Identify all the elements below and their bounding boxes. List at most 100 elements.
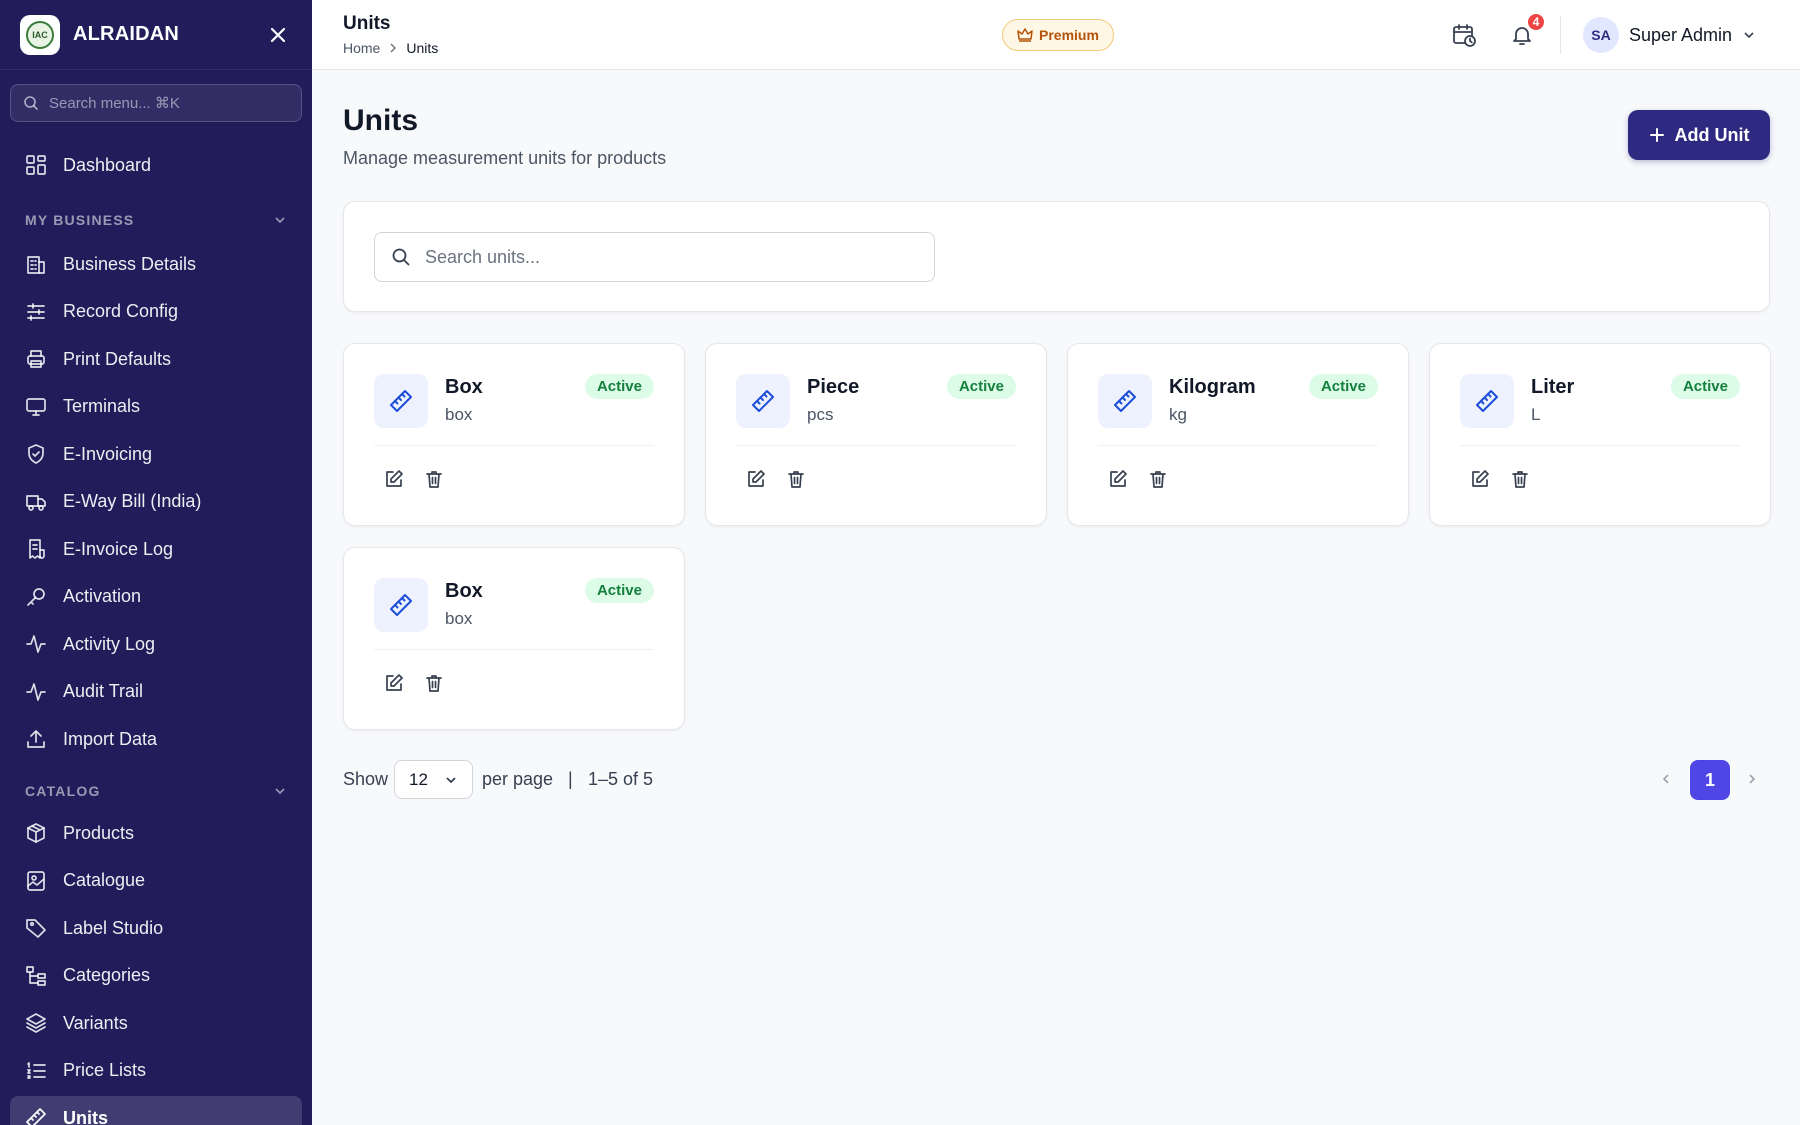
ruler-icon bbox=[736, 374, 790, 428]
edit-icon bbox=[748, 470, 765, 487]
sidebar-item-import-data[interactable]: Import Data bbox=[10, 717, 302, 761]
list-ordered-icon bbox=[25, 1060, 47, 1082]
breadcrumb: Home Units bbox=[343, 40, 438, 56]
sidebar-item-label: Units bbox=[63, 1107, 108, 1125]
sidebar-item-e-way-bill-india[interactable]: E-Way Bill (India) bbox=[10, 480, 302, 524]
sidebar-item-e-invoicing[interactable]: E-Invoicing bbox=[10, 432, 302, 476]
delete-button[interactable] bbox=[782, 465, 810, 493]
sidebar-item-label: Audit Trail bbox=[63, 681, 144, 701]
card-divider bbox=[374, 649, 654, 650]
next-page-button[interactable] bbox=[1739, 766, 1765, 792]
brand-logo: IAC bbox=[20, 14, 60, 55]
add-unit-button[interactable]: Add Unit bbox=[1628, 110, 1770, 160]
sidebar-item-dashboard[interactable]: Dashboard bbox=[10, 143, 302, 187]
sidebar-item-catalogue[interactable]: Catalogue bbox=[10, 859, 302, 903]
search-card bbox=[343, 201, 1770, 312]
sidebar-item-label-studio[interactable]: Label Studio bbox=[10, 906, 302, 950]
sidebar-item-e-invoice-log[interactable]: E-Invoice Log bbox=[10, 527, 302, 571]
card-divider bbox=[1460, 445, 1740, 446]
status-badge: Active bbox=[1670, 374, 1740, 399]
status-badge: Active bbox=[584, 578, 654, 603]
page-1-button[interactable]: 1 bbox=[1690, 760, 1730, 800]
delete-button[interactable] bbox=[420, 465, 448, 493]
sidebar-item-label: Dashboard bbox=[63, 154, 152, 175]
sidebar-item-activation[interactable]: Activation bbox=[10, 575, 302, 619]
sidebar-item-label: Catalogue bbox=[63, 870, 146, 890]
unit-search[interactable] bbox=[374, 232, 935, 282]
edit-button[interactable] bbox=[380, 465, 408, 493]
sidebar: IAC ALRAIDAN Dashboard MY BUSINESS Busin… bbox=[0, 0, 312, 1125]
trash-icon bbox=[1150, 471, 1166, 488]
chevron-down-icon bbox=[275, 788, 285, 795]
sidebar-item-record-config[interactable]: Record Config bbox=[10, 290, 302, 334]
user-menu[interactable]: SA Super Admin bbox=[1583, 17, 1756, 53]
sidebar-item-label: Import Data bbox=[63, 728, 158, 749]
sidebar-item-variants[interactable]: Variants bbox=[10, 1001, 302, 1045]
delete-button[interactable] bbox=[420, 669, 448, 697]
sidebar-item-units[interactable]: Units bbox=[10, 1096, 302, 1125]
sidebar-item-label: E-Invoicing bbox=[63, 443, 153, 464]
sidebar-item-label: Activity Log bbox=[63, 633, 156, 654]
sidebar-item-price-lists[interactable]: Price Lists bbox=[10, 1049, 302, 1093]
unit-card: Liter L Active bbox=[1429, 343, 1771, 526]
close-sidebar-button[interactable] bbox=[264, 21, 292, 49]
sidebar-item-label: E-Way Bill (India) bbox=[63, 491, 202, 511]
edit-button[interactable] bbox=[1466, 465, 1494, 493]
sidebar-item-label: Products bbox=[63, 822, 135, 843]
card-divider bbox=[374, 445, 654, 446]
status-badge: Active bbox=[1308, 374, 1378, 399]
image-book-icon bbox=[25, 870, 47, 892]
chevron-down-icon bbox=[1744, 32, 1754, 39]
sidebar-item-print-defaults[interactable]: Print Defaults bbox=[10, 337, 302, 381]
section-catalog[interactable]: CATALOG bbox=[25, 781, 287, 801]
shield-check-icon bbox=[25, 443, 47, 465]
card-divider bbox=[1098, 445, 1378, 446]
edit-icon bbox=[1110, 470, 1127, 487]
pagination-show-label: Show bbox=[343, 769, 389, 789]
edit-button[interactable] bbox=[1104, 465, 1132, 493]
per-page-select[interactable]: 12 bbox=[394, 760, 473, 799]
sidebar-item-label: Categories bbox=[63, 965, 151, 985]
box-icon bbox=[25, 822, 47, 844]
unit-search-input[interactable] bbox=[425, 246, 905, 268]
page-subtitle: Manage measurement units for products bbox=[343, 148, 667, 168]
sidebar-item-categories[interactable]: Categories bbox=[10, 954, 302, 998]
sidebar-item-activity-log[interactable]: Activity Log bbox=[10, 622, 302, 666]
unit-abbreviation: L bbox=[1531, 405, 1541, 424]
truck-icon bbox=[25, 491, 47, 513]
breadcrumb-home[interactable]: Home bbox=[343, 40, 380, 56]
premium-badge[interactable]: Premium bbox=[1002, 19, 1114, 51]
chevron-right-icon bbox=[388, 40, 398, 56]
delete-button[interactable] bbox=[1506, 465, 1534, 493]
trash-icon bbox=[426, 675, 442, 692]
unit-card: Kilogram kg Active bbox=[1067, 343, 1409, 526]
status-badge: Active bbox=[946, 374, 1016, 399]
edit-icon bbox=[1472, 470, 1489, 487]
schedule-button[interactable] bbox=[1448, 19, 1480, 51]
sidebar-item-audit-trail[interactable]: Audit Trail bbox=[10, 670, 302, 714]
status-badge: Active bbox=[584, 374, 654, 399]
delete-button[interactable] bbox=[1144, 465, 1172, 493]
sidebar-search[interactable] bbox=[10, 84, 302, 122]
unit-card: Box box Active bbox=[343, 343, 685, 526]
prev-page-button[interactable] bbox=[1653, 766, 1679, 792]
section-my-business[interactable]: MY BUSINESS bbox=[25, 210, 287, 230]
card-divider bbox=[736, 445, 1016, 446]
key-icon bbox=[25, 586, 47, 608]
sidebar-item-business-details[interactable]: Business Details bbox=[10, 242, 302, 286]
tree-icon bbox=[25, 965, 47, 987]
edit-button[interactable] bbox=[380, 669, 408, 697]
trash-icon bbox=[426, 471, 442, 488]
dashboard-icon bbox=[25, 154, 47, 176]
edit-button[interactable] bbox=[742, 465, 770, 493]
sidebar-item-products[interactable]: Products bbox=[10, 811, 302, 855]
ruler-icon bbox=[1460, 374, 1514, 428]
sidebar-search-input[interactable] bbox=[49, 94, 269, 112]
notification-count-badge: 4 bbox=[1526, 12, 1546, 32]
notifications-button[interactable]: 4 bbox=[1506, 12, 1546, 51]
search-icon bbox=[24, 96, 38, 110]
printer-icon bbox=[25, 348, 47, 370]
sidebar-item-terminals[interactable]: Terminals bbox=[10, 385, 302, 429]
sidebar-item-label: Label Studio bbox=[63, 917, 164, 938]
upload-icon bbox=[25, 728, 47, 750]
